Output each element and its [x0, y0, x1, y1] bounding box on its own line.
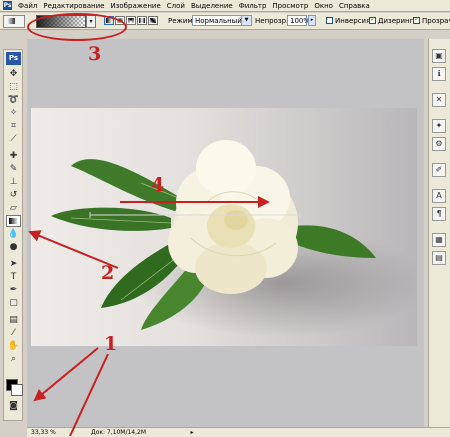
tool-presets-icon[interactable]: ⚙	[432, 137, 446, 151]
quick-mask-icon[interactable]: ◙	[6, 400, 21, 412]
chevron-right-icon: ▸	[308, 16, 315, 25]
crop-icon[interactable]: ⌗	[6, 120, 21, 132]
pen-icon[interactable]: ✒	[6, 284, 21, 296]
document-image[interactable]	[31, 108, 417, 346]
magic-wand-icon[interactable]: ✧	[6, 107, 21, 119]
collapsed-panels-dock: ▣ ℹ ✕ ✦ ⚙ ✐ A ¶ ▦ ▤	[428, 39, 450, 427]
inverse-checkbox[interactable]	[326, 17, 333, 24]
clone-stamp-icon[interactable]: ⊥	[6, 176, 21, 188]
history-brush-icon[interactable]: ↺	[6, 189, 21, 201]
styles-icon[interactable]: ▤	[432, 251, 446, 265]
notes-icon[interactable]: ▤	[6, 314, 21, 326]
menu-help[interactable]: Справка	[339, 2, 370, 10]
annotation-circle	[27, 13, 127, 41]
move-icon[interactable]: ✥	[6, 68, 21, 80]
annotation-number-2: 2	[101, 262, 115, 284]
dodge-icon[interactable]: ●	[6, 241, 21, 253]
brush-icon[interactable]: ✎	[6, 163, 21, 175]
menu-bar: Ps Файл Редактирование Изображение Слой …	[0, 0, 450, 12]
angle-gradient-button[interactable]	[126, 16, 136, 25]
info-icon[interactable]: ℹ	[432, 67, 446, 81]
annotation-number-1: 1	[104, 333, 118, 355]
opacity-value: 100%	[290, 17, 311, 25]
diamond-gradient-button[interactable]	[148, 16, 158, 25]
gradient-icon[interactable]	[6, 215, 21, 227]
brushes-icon[interactable]: ✦	[432, 119, 446, 133]
menu-layer[interactable]: Слой	[167, 2, 185, 10]
marquee-icon[interactable]: ⬚	[6, 81, 21, 93]
reflected-gradient-button[interactable]	[137, 16, 147, 25]
type-icon[interactable]: T	[6, 271, 21, 283]
menu-file[interactable]: Файл	[18, 2, 37, 10]
app-menu-icon[interactable]: Ps	[3, 1, 12, 10]
chevron-down-icon: ▼	[241, 16, 251, 25]
histogram-icon[interactable]: ✕	[432, 93, 446, 107]
menu-filter[interactable]: Фильтр	[239, 2, 267, 10]
flower-image	[51, 140, 376, 330]
mode-label: Режим:	[168, 17, 196, 25]
annotation-number-4: 4	[151, 174, 165, 196]
opacity-label: Непрозр.:	[255, 17, 291, 25]
menu-select[interactable]: Выделение	[191, 2, 233, 10]
inverse-label: Инверсия	[335, 17, 371, 25]
blur-icon[interactable]: 💧	[6, 228, 21, 240]
photoshop-logo[interactable]: Ps	[6, 52, 21, 65]
eyedropper-icon[interactable]: ⁄	[6, 327, 21, 339]
mode-value: Нормальный	[195, 17, 242, 25]
zoom-icon[interactable]: ⌕	[6, 353, 21, 365]
opacity-field[interactable]: 100%	[287, 15, 311, 26]
eraser-icon[interactable]: ▱	[6, 202, 21, 214]
mode-select[interactable]: Нормальный ▼	[192, 15, 252, 26]
shape-icon[interactable]: ▢	[6, 297, 21, 309]
dither-label: Дизеринг	[378, 17, 414, 25]
dither-checkbox[interactable]	[369, 15, 376, 24]
hand-icon[interactable]: ✋	[6, 340, 21, 352]
menu-view[interactable]: Просмотр	[272, 2, 308, 10]
background-color-swatch[interactable]	[11, 384, 23, 396]
layer-comps-icon[interactable]: ✐	[432, 163, 446, 177]
annotation-number-3: 3	[88, 43, 102, 65]
menu-image[interactable]: Изображение	[110, 2, 160, 10]
character-icon[interactable]: A	[432, 189, 446, 203]
tools-panel: Ps ✥ ⬚ ➰ ✧ ⌗ ⟋ ✚ ✎ ⊥ ↺ ▱ 💧 ● ➤ T ✒ ▢ ▤ ⁄…	[3, 49, 23, 421]
transparency-label: Прозрачность	[422, 17, 450, 25]
menu-edit[interactable]: Редактирование	[43, 2, 104, 10]
navigator-icon[interactable]: ▣	[432, 49, 446, 63]
slice-icon[interactable]: ⟋	[6, 133, 21, 145]
menu-window[interactable]: Окно	[314, 2, 333, 10]
healing-brush-icon[interactable]: ✚	[6, 150, 21, 162]
opacity-slider-toggle[interactable]: ▸	[308, 15, 316, 26]
tool-preset-picker[interactable]	[3, 15, 25, 28]
transparency-checkbox[interactable]	[413, 15, 420, 24]
path-selection-icon[interactable]: ➤	[6, 258, 21, 270]
lasso-icon[interactable]: ➰	[6, 94, 21, 106]
swatches-icon[interactable]: ▦	[432, 233, 446, 247]
paragraph-icon[interactable]: ¶	[432, 207, 446, 221]
